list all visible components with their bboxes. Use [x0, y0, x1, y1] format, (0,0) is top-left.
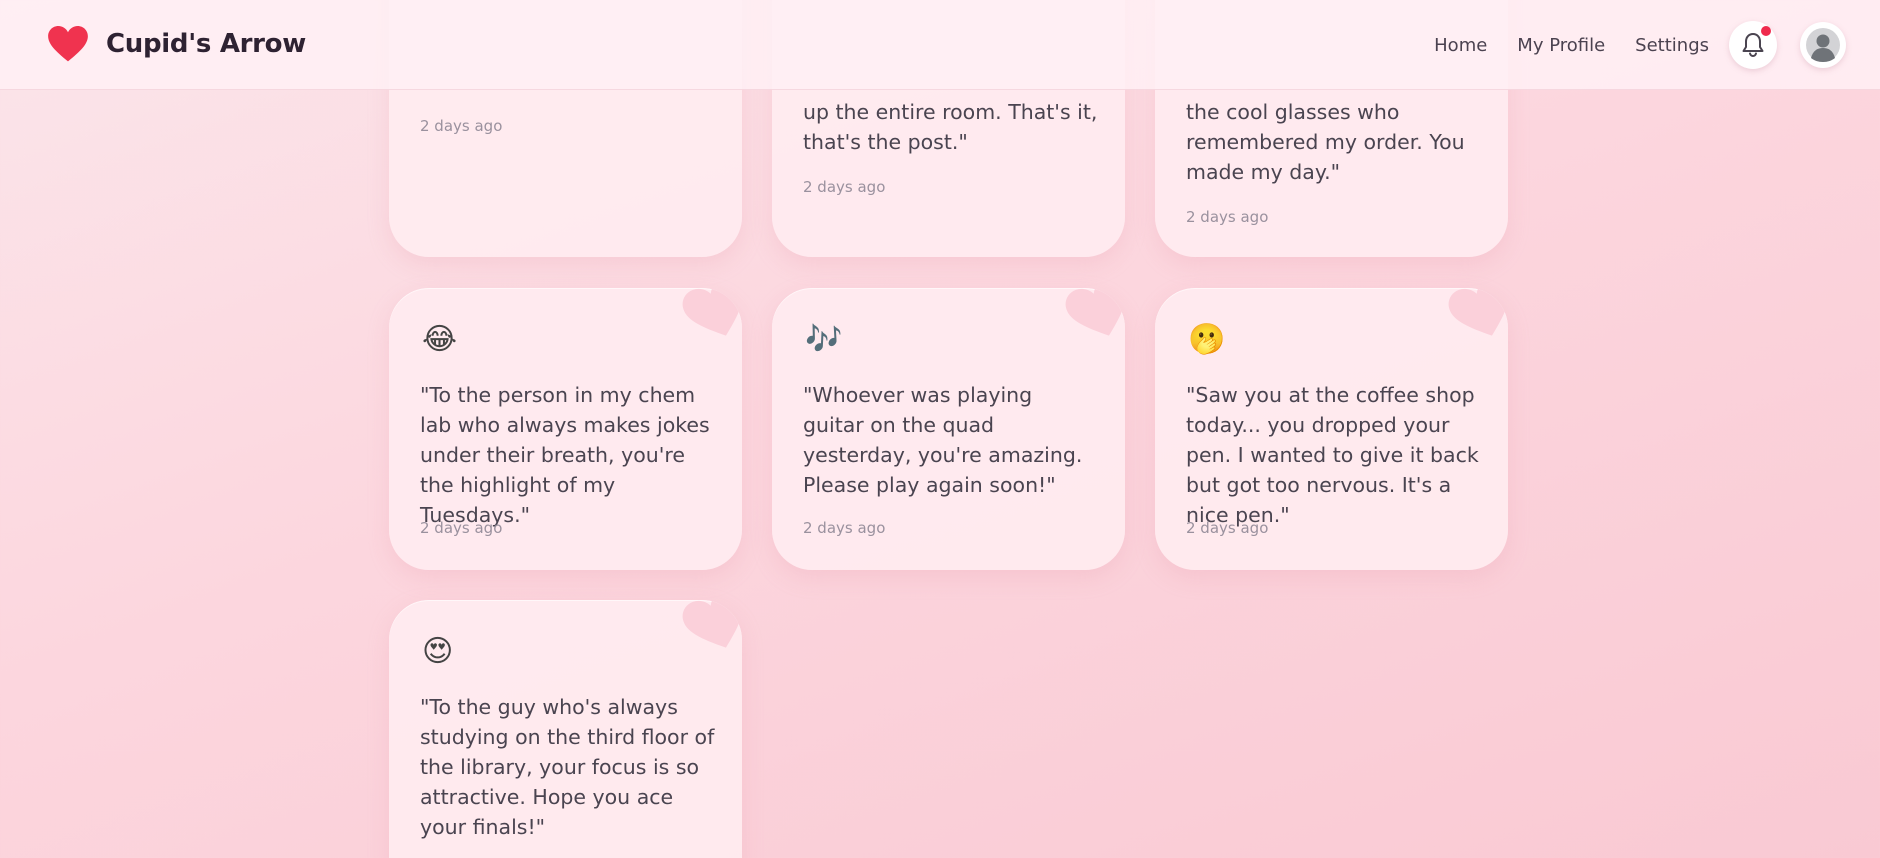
top-navbar: Cupid's Arrow Home My Profile Settings: [0, 0, 1880, 90]
heart-icon: [48, 26, 88, 62]
card-timestamp: 2 days ago: [420, 117, 503, 135]
shushing-face-emoji-icon: 🫢: [1188, 322, 1226, 357]
card-message: up the entire room. That's it, that's th…: [803, 100, 1098, 154]
heart-icon: [1065, 288, 1125, 336]
card-message: "Saw you at the coffee shop today... you…: [1186, 383, 1479, 527]
card-timestamp: 2 days ago: [1186, 519, 1269, 537]
card-timestamp: 2 days ago: [420, 519, 503, 537]
laughing-emoji-icon: 😂: [422, 322, 458, 357]
heart-icon: [682, 600, 742, 648]
confession-card[interactable]: 😍 "To the guy who's always studying on t…: [389, 600, 742, 858]
card-message: "Whoever was playing guitar on the quad …: [803, 383, 1083, 497]
bell-icon: [1742, 33, 1764, 58]
confession-card[interactable]: 🎶 "Whoever was playing guitar on the qua…: [772, 288, 1125, 570]
card-message: "To the person in my chem lab who always…: [420, 383, 710, 527]
nav-link-my-profile[interactable]: My Profile: [1517, 35, 1605, 56]
heart-icon: [1448, 288, 1508, 336]
nav-links: Home My Profile Settings: [1404, 0, 1709, 90]
heart-eyes-emoji-icon: 😍: [422, 634, 454, 669]
confession-card[interactable]: 🫢 "Saw you at the coffee shop today... y…: [1155, 288, 1508, 570]
heart-icon: [682, 288, 742, 336]
card-timestamp: 2 days ago: [803, 519, 886, 537]
music-notes-icon: 🎶: [805, 322, 843, 357]
card-message: "To the guy who's always studying on the…: [420, 695, 715, 839]
nav-link-home[interactable]: Home: [1434, 35, 1487, 56]
confession-card[interactable]: 😂 "To the person in my chem lab who alwa…: [389, 288, 742, 570]
nav-link-settings[interactable]: Settings: [1635, 35, 1709, 56]
card-message: the cool glasses who remembered my order…: [1186, 100, 1465, 184]
brand-logo[interactable]: Cupid's Arrow: [48, 26, 306, 62]
user-avatar-icon: [1806, 28, 1840, 62]
user-avatar-button[interactable]: [1800, 22, 1846, 68]
card-timestamp: 2 days ago: [1186, 208, 1269, 226]
brand-name: Cupid's Arrow: [106, 29, 306, 59]
card-timestamp: 2 days ago: [803, 178, 886, 196]
notifications-button[interactable]: [1729, 21, 1777, 69]
notification-badge: [1761, 26, 1771, 36]
